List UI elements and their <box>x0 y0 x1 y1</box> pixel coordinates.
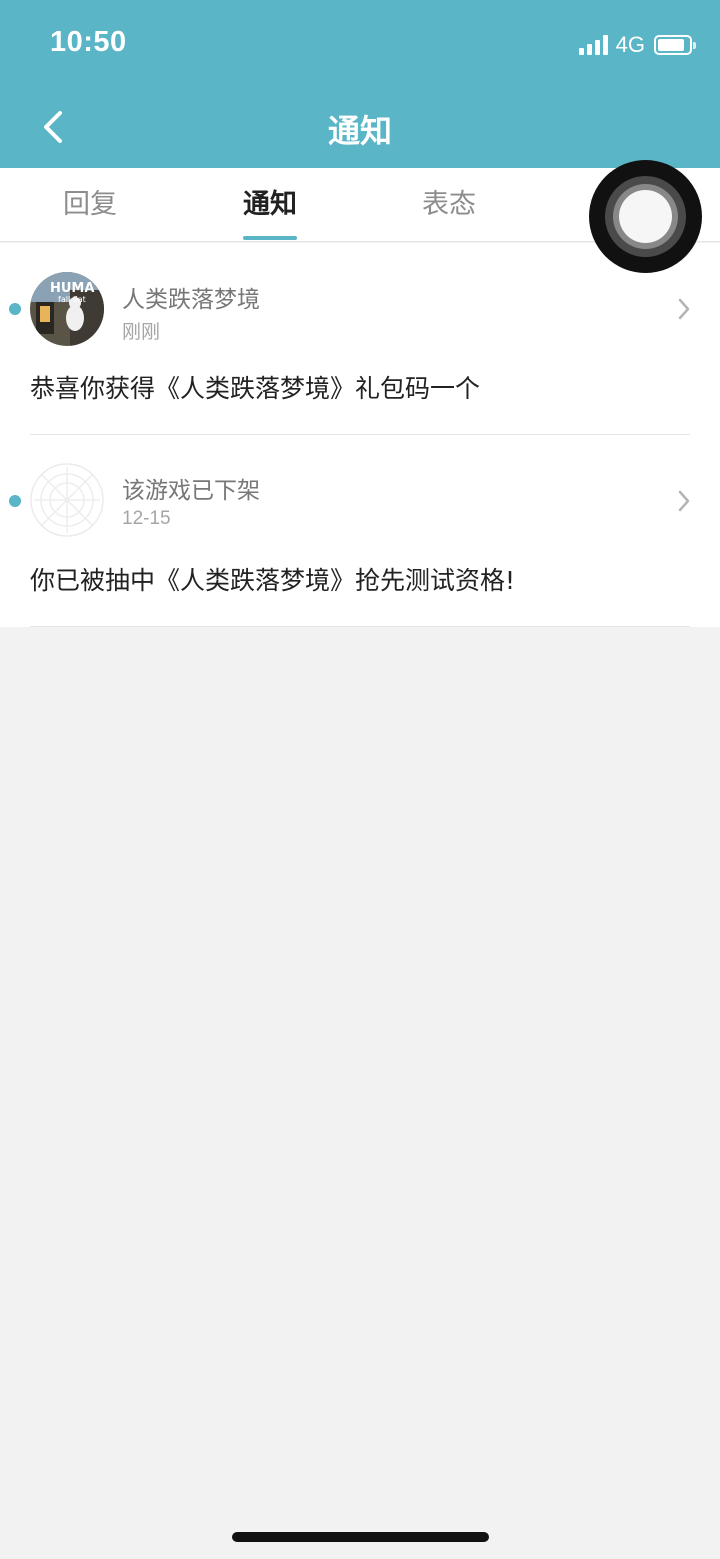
svg-text:HUMA: HUMA <box>50 281 94 296</box>
active-tab-indicator <box>243 236 297 240</box>
battery-fill <box>658 39 684 51</box>
signal-icon <box>578 35 608 55</box>
tab-label: 表态 <box>422 189 476 220</box>
tab-reactions[interactable]: 表态 <box>369 168 529 242</box>
assistive-touch-button[interactable] <box>589 160 702 273</box>
notification-message: 恭喜你获得《人类跌落梦境》礼包码一个 <box>30 374 481 403</box>
notification-list: HUMA fall flat 人类跌落梦境 刚刚 恭喜你获得《人类跌落梦境》礼包… <box>0 243 720 627</box>
game-avatar[interactable]: HUMA fall flat <box>30 272 104 346</box>
notification-message: 你已被抽中《人类跌落梦境》抢先测试资格! <box>30 566 516 595</box>
network-label: 4G <box>615 32 645 57</box>
chevron-right-icon <box>678 490 690 512</box>
notification-title: 该游戏已下架 <box>122 478 260 504</box>
assistive-touch-center <box>619 190 672 243</box>
placeholder-avatar[interactable] <box>30 463 104 537</box>
battery-icon <box>654 35 696 55</box>
unread-dot <box>9 495 21 507</box>
svg-text:fall flat: fall flat <box>58 295 86 304</box>
placeholder-image-icon <box>30 463 104 537</box>
app-header: 10:50 4G 通知 <box>0 0 720 168</box>
notification-item[interactable]: HUMA fall flat 人类跌落梦境 刚刚 恭喜你获得《人类跌落梦境》礼包… <box>0 243 720 435</box>
status-indicators: 4G <box>578 30 696 60</box>
unread-dot <box>9 303 21 315</box>
status-time: 10:50 <box>50 26 127 58</box>
tab-label: 通知 <box>243 189 297 220</box>
chevron-right-icon <box>678 298 690 320</box>
notification-title: 人类跌落梦境 <box>122 287 260 313</box>
tab-label: 回复 <box>63 189 117 220</box>
notification-time: 刚刚 <box>122 322 161 343</box>
home-indicator[interactable] <box>232 1532 489 1542</box>
divider <box>30 626 690 627</box>
game-cover-icon: HUMA fall flat <box>30 272 104 346</box>
page-title: 通知 <box>327 112 392 150</box>
tab-notify[interactable]: 通知 <box>190 168 350 242</box>
notification-item[interactable]: 该游戏已下架 12-15 你已被抽中《人类跌落梦境》抢先测试资格! <box>0 435 720 627</box>
notification-time: 12-15 <box>122 508 171 529</box>
tab-reply[interactable]: 回复 <box>10 168 170 242</box>
